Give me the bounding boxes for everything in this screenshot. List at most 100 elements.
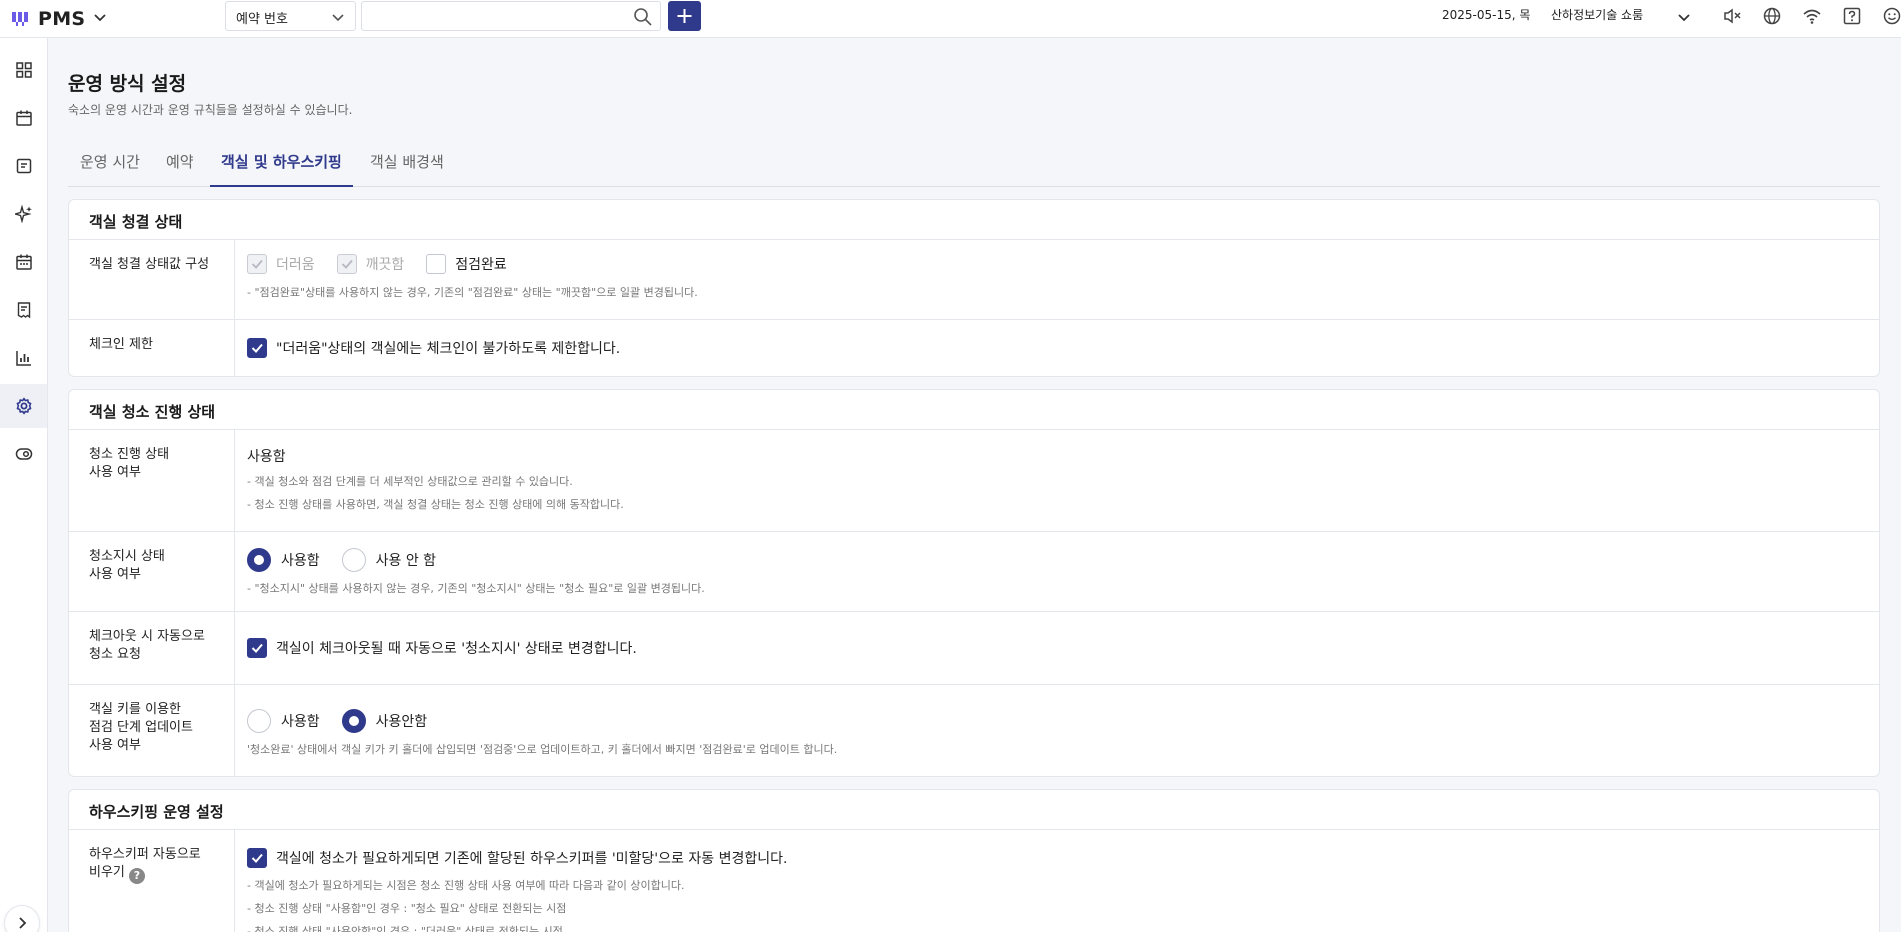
row-label: 체크인 제한 bbox=[69, 320, 235, 376]
help-note: - "청소지시" 상태를 사용하지 않는 경우, 기존의 "청소지시" 상태는 … bbox=[247, 582, 705, 595]
sidebar-item-calendar[interactable] bbox=[0, 96, 47, 140]
tab-room-background[interactable]: 객실 배경색 bbox=[370, 141, 444, 187]
section-title: 하우스키핑 운영 설정 bbox=[69, 790, 1879, 830]
checkbox-inspected[interactable]: 점검완료 bbox=[426, 254, 507, 274]
search-icon[interactable] bbox=[633, 7, 653, 31]
sidebar bbox=[0, 38, 48, 932]
checkbox-dirty[interactable]: 더러움 bbox=[247, 254, 315, 274]
row-label-line: 청소 요청 bbox=[89, 647, 141, 662]
row-label: 청소 진행 상태 사용 여부 bbox=[69, 430, 235, 531]
checkin-restriction-row: 체크인 제한 "더러움"상태의 객실에는 체크인이 불가하도록 제한합니다. bbox=[69, 320, 1879, 376]
tab-rooms-housekeeping[interactable]: 객실 및 하우스키핑 bbox=[210, 141, 353, 187]
radio-unselected bbox=[341, 548, 366, 572]
cleaning-progress-row: 청소 진행 상태 사용 여부 사용함 - 객실 청소와 점검 단계를 더 세부적… bbox=[69, 430, 1879, 532]
help-note: - 객실 청소와 점검 단계를 더 세부적인 상태값으로 관리할 수 있습니다. bbox=[247, 475, 573, 488]
clean-status-config-row: 객실 청결 상태값 구성 더러움 깨끗함 점검완료 - "점검완료"상태를 사용… bbox=[69, 240, 1879, 320]
add-button[interactable] bbox=[668, 1, 701, 31]
checkbox-clean[interactable]: 깨끗함 bbox=[336, 254, 404, 274]
app-name: PMS bbox=[38, 8, 86, 30]
checkbox-checked bbox=[247, 338, 267, 358]
auto-cleaning-request-row: 체크아웃 시 자동으로 청소 요청 객실이 체크아웃될 때 자동으로 '청소지시… bbox=[69, 612, 1879, 685]
radio-instruct-no[interactable]: 사용 안 함 bbox=[341, 548, 437, 572]
help-icon[interactable]: ? bbox=[128, 868, 145, 884]
row-label-line: 비우기 bbox=[89, 865, 125, 880]
chevron-down-icon bbox=[331, 11, 345, 29]
option-label: 객실에 청소가 필요하게되면 기존에 할당된 하우스키퍼를 '미할당'으로 자동… bbox=[276, 851, 788, 867]
mute-icon[interactable] bbox=[1722, 6, 1742, 26]
tab-operating-hours[interactable]: 운영 시간 bbox=[80, 141, 140, 187]
settings-icon bbox=[16, 397, 31, 415]
chevron-down-icon bbox=[93, 10, 107, 29]
clean-status-card: 객실 청결 상태 객실 청결 상태값 구성 더러움 깨끗함 점검완료 - "점검… bbox=[68, 199, 1880, 377]
sidebar-item-housekeeping[interactable] bbox=[0, 192, 47, 236]
sidebar-item-reports[interactable] bbox=[0, 336, 47, 380]
calendar-icon bbox=[15, 110, 32, 126]
search-input[interactable] bbox=[361, 1, 661, 31]
row-label-line: 사용 여부 bbox=[89, 465, 141, 480]
globe-icon[interactable] bbox=[1762, 6, 1782, 26]
option-label: 객실이 체크아웃될 때 자동으로 '청소지시' 상태로 변경합니다. bbox=[276, 641, 637, 657]
checkbox-checked bbox=[336, 254, 357, 274]
settings-tabs: 운영 시간 예약 객실 및 하우스키핑 객실 배경색 bbox=[68, 141, 1880, 187]
hotel-select[interactable]: 산하정보기술 쇼룸 bbox=[1551, 6, 1643, 23]
radio-instruct-yes[interactable]: 사용함 bbox=[247, 548, 320, 572]
row-label: 체크아웃 시 자동으로 청소 요청 bbox=[69, 612, 235, 684]
checkbox-checked bbox=[247, 638, 267, 658]
sidebar-expand-button[interactable] bbox=[4, 905, 40, 932]
radio-key-no[interactable]: 사용안함 bbox=[341, 709, 428, 733]
row-label-line: 사용 여부 bbox=[89, 738, 141, 753]
sidebar-item-settings[interactable] bbox=[0, 384, 47, 428]
chevron-down-icon[interactable] bbox=[1677, 10, 1691, 29]
housekeeping-card: 하우스키핑 운영 설정 하우스키퍼 자동으로 비우기? 객실에 청소가 필요하게… bbox=[68, 789, 1880, 932]
row-label: 객실 키를 이용한 점검 단계 업데이트 사용 여부 bbox=[69, 685, 235, 776]
radio-key-yes[interactable]: 사용함 bbox=[247, 709, 320, 733]
row-label-line: 점검 단계 업데이트 bbox=[89, 720, 193, 735]
checkbox-unchecked bbox=[426, 254, 447, 274]
row-label: 객실 청결 상태값 구성 bbox=[69, 240, 235, 319]
notes-icon bbox=[16, 158, 31, 174]
help-note: - 청소 진행 상태를 사용하면, 객실 청결 상태는 청소 진행 상태에 의해… bbox=[247, 498, 624, 511]
option-label: 사용 안 함 bbox=[375, 553, 437, 569]
row-label-line: 청소지시 상태 bbox=[89, 549, 165, 564]
sidebar-item-notes[interactable] bbox=[0, 144, 47, 188]
checkbox-checked bbox=[247, 254, 267, 274]
plus-icon bbox=[677, 9, 692, 23]
sidebar-item-receipt[interactable] bbox=[0, 288, 47, 332]
radio-unselected bbox=[247, 709, 271, 733]
checkbox-auto-unassign[interactable]: 객실에 청소가 필요하게되면 기존에 할당된 하우스키퍼를 '미할당'으로 자동… bbox=[247, 848, 787, 868]
sparkle-icon bbox=[14, 205, 32, 223]
sidebar-item-schedule[interactable] bbox=[0, 240, 47, 284]
receipt-icon bbox=[17, 302, 30, 319]
help-icon[interactable] bbox=[1842, 6, 1862, 26]
sidebar-item-dashboard[interactable] bbox=[0, 48, 47, 92]
top-bar: PMS 예약 번호 2025-05-15, 목 산하정보기술 쇼룸 bbox=[0, 0, 1901, 38]
option-label: 사용함 bbox=[281, 553, 320, 569]
emoji-icon[interactable] bbox=[1882, 6, 1901, 26]
cleaning-progress-card: 객실 청소 진행 상태 청소 진행 상태 사용 여부 사용함 - 객실 청소와 … bbox=[68, 389, 1880, 777]
progress-value: 사용함 bbox=[247, 449, 286, 465]
page-title: 운영 방식 설정 bbox=[68, 73, 187, 95]
current-date: 2025-05-15, 목 bbox=[1442, 8, 1531, 22]
help-note: - 청소 진행 상태 "사용함"인 경우 : "청소 필요" 상태로 전환되는 … bbox=[247, 902, 567, 915]
chevron-right-icon bbox=[19, 917, 27, 929]
key-inspection-row: 객실 키를 이용한 점검 단계 업데이트 사용 여부 사용함 사용안함 '청소완… bbox=[69, 685, 1879, 776]
wifi-icon[interactable] bbox=[1802, 6, 1822, 26]
checkbox-auto-cleaning[interactable]: 객실이 체크아웃될 때 자동으로 '청소지시' 상태로 변경합니다. bbox=[247, 638, 637, 658]
section-title: 객실 청소 진행 상태 bbox=[69, 390, 1879, 430]
option-label: 사용안함 bbox=[375, 714, 428, 730]
search-type-value: 예약 번호 bbox=[236, 12, 288, 27]
row-label-line: 체크아웃 시 자동으로 bbox=[89, 629, 205, 644]
search-type-select[interactable]: 예약 번호 bbox=[225, 1, 356, 31]
option-label: 사용함 bbox=[281, 714, 320, 730]
option-label: "더러움"상태의 객실에는 체크인이 불가하도록 제한합니다. bbox=[276, 341, 621, 357]
schedule-icon bbox=[15, 254, 32, 270]
row-label-line: 객실 키를 이용한 bbox=[89, 702, 181, 717]
app-switcher[interactable]: PMS bbox=[10, 5, 107, 33]
sidebar-item-view[interactable] bbox=[0, 432, 47, 476]
section-title: 객실 청결 상태 bbox=[69, 200, 1879, 240]
checkbox-checkin-restriction[interactable]: "더러움"상태의 객실에는 체크인이 불가하도록 제한합니다. bbox=[247, 338, 620, 358]
tab-reservation[interactable]: 예약 bbox=[166, 141, 194, 187]
cleaning-instruction-row: 청소지시 상태 사용 여부 사용함 사용 안 함 - "청소지시" 상태를 사용… bbox=[69, 532, 1879, 612]
help-note: - "점검완료"상태를 사용하지 않는 경우, 기존의 "점검완료" 상태는 "… bbox=[247, 286, 698, 299]
option-label: 더러움 bbox=[276, 257, 315, 273]
